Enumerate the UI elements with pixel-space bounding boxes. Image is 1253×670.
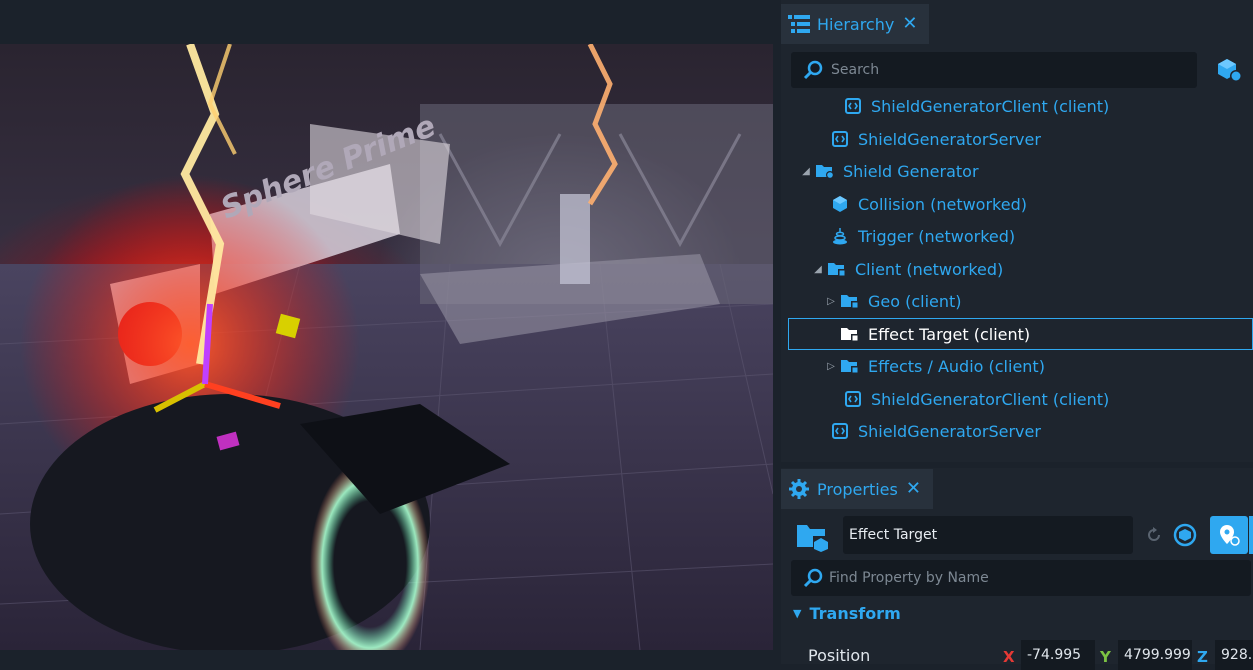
position-label: Position [808, 646, 871, 665]
find-property-field[interactable] [791, 560, 1251, 596]
tree-item[interactable]: ShieldGeneratorClient (client) [781, 90, 1253, 122]
tree-item-selected[interactable]: Effect Target (client) [788, 318, 1253, 350]
tree-item[interactable]: ◢ Shield Generator [781, 155, 1253, 187]
client-folder-icon [840, 291, 860, 311]
search-icon [803, 60, 823, 80]
tree-item[interactable]: ShieldGeneratorServer [781, 415, 1253, 447]
tree-item-label: Client (networked) [855, 259, 1004, 279]
client-folder-icon [827, 259, 847, 279]
collapsed-arrow-icon[interactable]: ▷ [826, 296, 836, 307]
script-icon [830, 129, 850, 149]
script-icon [843, 389, 863, 409]
location-pin-icon [1220, 525, 1240, 546]
object-name-field[interactable] [843, 516, 1133, 554]
search-input[interactable] [829, 61, 1173, 79]
expanded-arrow-icon[interactable]: ◢ [801, 166, 811, 177]
expanded-arrow-icon[interactable]: ◢ [813, 264, 823, 275]
networking-icon[interactable] [1168, 518, 1202, 552]
tree-item-label: ShieldGeneratorClient (client) [871, 389, 1110, 409]
tree-item[interactable]: Trigger (networked) [781, 220, 1253, 252]
search-icon [803, 568, 823, 588]
viewport-area: Sphere Prime [0, 0, 778, 664]
tree-item-label: Collision (networked) [858, 194, 1027, 214]
tab-hierarchy-label: Hierarchy [817, 14, 895, 34]
y-axis-label: Y [1100, 648, 1111, 666]
client-folder-icon [840, 324, 860, 344]
tree-item[interactable]: ▷ Effects / Audio (client) [781, 350, 1253, 382]
client-folder-icon [793, 516, 833, 556]
position-z-field[interactable]: 928.8 [1215, 640, 1253, 670]
hierarchy-search-field[interactable] [791, 52, 1197, 88]
tree-item-label: ShieldGeneratorServer [858, 421, 1041, 441]
position-x-field[interactable]: -74.995 [1021, 640, 1095, 670]
tree-item[interactable]: ◢ Client (networked) [781, 253, 1253, 285]
z-axis-label: Z [1197, 648, 1208, 666]
section-title: Transform [809, 604, 901, 623]
position-y-field[interactable]: 4799.999 [1118, 640, 1192, 670]
tree-item[interactable]: ShieldGeneratorClient (client) [781, 383, 1253, 415]
tree-item-label: Geo (client) [868, 291, 962, 311]
tab-hierarchy[interactable]: Hierarchy ✕ [781, 4, 930, 44]
tab-properties-label: Properties [817, 479, 898, 499]
gear-icon [787, 478, 811, 500]
hierarchy-panel: Hierarchy ✕ ShieldGeneratorClient (clien… [781, 0, 1253, 462]
transform-section-header[interactable]: ▼ Transform [793, 604, 901, 623]
collapsed-arrow-icon[interactable]: ▷ [826, 361, 836, 372]
scene-viewport[interactable]: Sphere Prime [0, 44, 773, 650]
tab-properties[interactable]: Properties ✕ [781, 469, 933, 509]
collapse-arrow-icon: ▼ [793, 607, 802, 620]
tree-item-label: ShieldGeneratorClient (client) [871, 96, 1110, 116]
object-name-input[interactable] [843, 526, 1121, 544]
tree-item[interactable]: ▷ Geo (client) [781, 285, 1253, 317]
reset-icon[interactable] [1137, 518, 1171, 552]
list-icon [787, 13, 811, 35]
client-folder-icon [840, 356, 860, 376]
add-object-icon[interactable] [1215, 56, 1243, 84]
tree-item-label: ShieldGeneratorServer [858, 129, 1041, 149]
trigger-icon [830, 226, 850, 246]
networked-folder-icon [815, 161, 835, 181]
close-icon[interactable]: ✕ [906, 480, 921, 498]
tree-item-label: Effect Target (client) [868, 324, 1031, 344]
panel-edge-button[interactable] [1249, 516, 1253, 554]
tree-item-label: Shield Generator [843, 161, 979, 181]
tree-item-label: Effects / Audio (client) [868, 356, 1045, 376]
x-axis-label: X [1003, 648, 1015, 666]
tree-item-label: Trigger (networked) [858, 226, 1016, 246]
script-icon [843, 96, 863, 116]
tree-item[interactable]: ShieldGeneratorServer [781, 123, 1253, 155]
cube-icon [830, 194, 850, 214]
tree-item[interactable]: Collision (networked) [781, 188, 1253, 220]
properties-panel: Properties ✕ ▼ Transform Position X -74.… [781, 468, 1253, 670]
find-property-input[interactable] [827, 569, 1231, 587]
script-icon [830, 421, 850, 441]
close-icon[interactable]: ✕ [902, 15, 917, 33]
client-context-toggle[interactable] [1210, 516, 1248, 554]
